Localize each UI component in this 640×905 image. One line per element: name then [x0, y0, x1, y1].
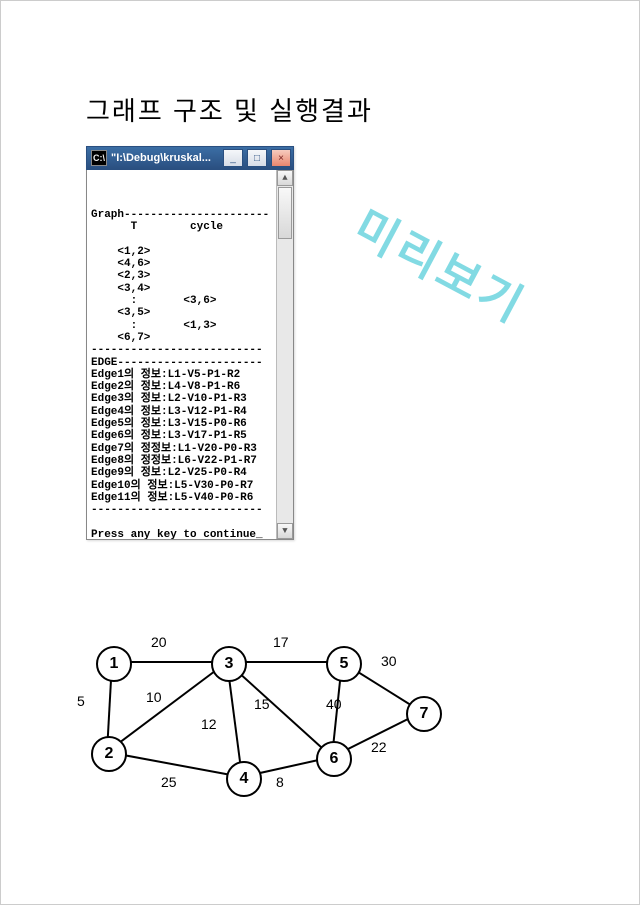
- edge-weight-5-7: 30: [381, 653, 397, 669]
- graph-node-2: 2: [91, 736, 127, 772]
- close-button[interactable]: ×: [271, 149, 291, 167]
- console-title: "I:\Debug\kruskal...: [111, 152, 219, 164]
- console-window: C:\ "I:\Debug\kruskal... _ □ × ▲ ▼ Graph…: [86, 146, 294, 540]
- edge-weight-2-3: 10: [146, 689, 162, 705]
- minimize-button[interactable]: _: [223, 149, 243, 167]
- maximize-button[interactable]: □: [247, 149, 267, 167]
- graph-node-4: 4: [226, 761, 262, 797]
- page-title: 그래프 구조 및 실행결과: [86, 91, 373, 128]
- edge-weight-4-6: 8: [276, 774, 284, 790]
- console-icon: C:\: [91, 150, 107, 166]
- edge-weight-3-6: 15: [254, 696, 270, 712]
- graph-node-7: 7: [406, 696, 442, 732]
- scroll-down-icon[interactable]: ▼: [277, 523, 293, 539]
- graph-node-3: 3: [211, 646, 247, 682]
- watermark: 미리보기: [344, 191, 539, 336]
- graph-diagram: 123456720510121715258403022: [91, 621, 451, 821]
- console-text: Graph---------------------- T cycle <1,2…: [91, 209, 289, 540]
- console-titlebar[interactable]: C:\ "I:\Debug\kruskal... _ □ ×: [86, 146, 294, 170]
- edge-weight-6-7: 22: [371, 739, 387, 755]
- console-body: ▲ ▼ Graph---------------------- T cycle …: [86, 170, 294, 540]
- edge-weight-3-5: 17: [273, 634, 289, 650]
- scroll-up-icon[interactable]: ▲: [277, 170, 293, 186]
- edge-weight-2-4: 25: [161, 774, 177, 790]
- scrollbar[interactable]: ▲ ▼: [276, 170, 293, 539]
- graph-node-1: 1: [96, 646, 132, 682]
- edge-weight-1-2: 5: [77, 693, 85, 709]
- edge-weight-5-6: 40: [326, 696, 342, 712]
- edge-weight-1-3: 20: [151, 634, 167, 650]
- graph-node-6: 6: [316, 741, 352, 777]
- graph-edges: [91, 621, 451, 821]
- graph-node-5: 5: [326, 646, 362, 682]
- edge-weight-3-4: 12: [201, 716, 217, 732]
- scroll-thumb[interactable]: [278, 187, 292, 239]
